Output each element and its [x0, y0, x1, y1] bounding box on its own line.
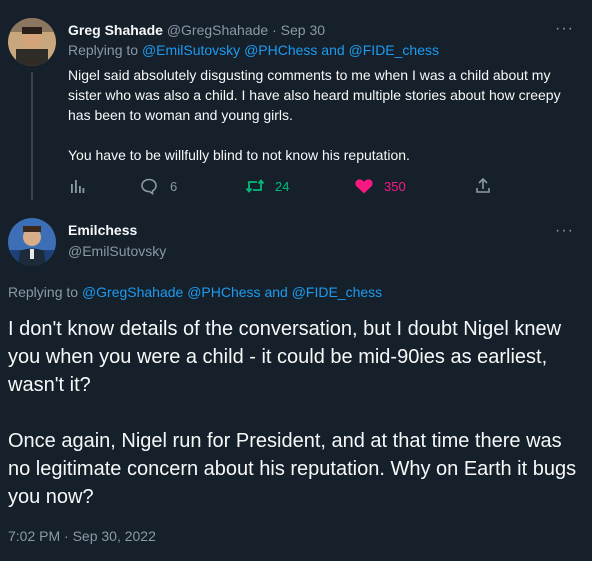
tweet1-body: Nigel said absolutely disgusting comment… [68, 65, 568, 165]
tweet1-header: Greg Shahade @GregShahade · Sep 30 [68, 22, 325, 38]
share-icon [476, 177, 490, 193]
tweet1-reply-button[interactable]: 6 [140, 176, 177, 196]
tweet2-author-handle[interactable]: @EmilSutovsky [68, 243, 166, 259]
reply-mention-gregshahade[interactable]: @GregShahade [82, 284, 183, 300]
tweet1-separator: · [272, 22, 277, 38]
reply-and: and [321, 42, 345, 58]
emil-avatar[interactable] [8, 218, 56, 266]
tweet1-analytics-button[interactable] [68, 176, 86, 196]
tweet1-retweet-button[interactable]: 24 [245, 176, 289, 196]
tweet2-author-name[interactable]: Emilchess [68, 222, 137, 238]
tweet1-retweet-count: 24 [275, 178, 290, 194]
tweet2-paragraph-2: Once again, Nigel run for President, and… [8, 430, 577, 508]
reply-mention-phchess[interactable]: @PHChess [244, 42, 317, 58]
tweet1-replying-to: Replying to @EmilSutovsky @PHChess and @… [68, 42, 439, 58]
analytics-icon [71, 180, 85, 193]
tweet1-paragraph-1: Nigel said absolutely disgusting comment… [68, 67, 561, 123]
thread-connector-line [31, 72, 33, 200]
reply-and: and [264, 284, 288, 300]
like-icon [355, 179, 373, 194]
tweet1-like-count: 350 [384, 178, 406, 194]
reply-mention-phchess[interactable]: @PHChess [187, 284, 260, 300]
tweet2-timestamp[interactable]: 7:02 PM · Sep 30, 2022 [8, 528, 156, 544]
reply-mention-fide[interactable]: @FIDE_chess [349, 42, 439, 58]
tweet2-more-icon[interactable]: ··· [555, 222, 574, 240]
tweet1-more-icon[interactable]: ··· [555, 20, 574, 38]
tweet1-date[interactable]: Sep 30 [281, 22, 325, 38]
tweet1-reply-count: 6 [170, 178, 178, 194]
reply-mention-fide[interactable]: @FIDE_chess [292, 284, 382, 300]
tweet1-paragraph-2: You have to be willfully blind to not kn… [68, 147, 410, 163]
retweet-icon [245, 179, 265, 193]
reply-icon [141, 178, 157, 195]
tweet2-body: I don't know details of the conversation… [8, 315, 588, 511]
tweet1-author-name[interactable]: Greg Shahade [68, 22, 163, 38]
tweet1-like-button[interactable]: 350 [354, 176, 406, 196]
replying-to-label: Replying to [8, 284, 79, 300]
tweet1-author-handle[interactable]: @GregShahade [167, 22, 268, 38]
replying-to-label: Replying to [68, 42, 139, 58]
tweet2-replying-to: Replying to @GregShahade @PHChess and @F… [8, 284, 382, 300]
reply-mention-emilsutovsky[interactable]: @EmilSutovsky [142, 42, 240, 58]
greg-avatar[interactable] [8, 18, 56, 66]
tweet2-paragraph-1: I don't know details of the conversation… [8, 318, 562, 396]
tweet1-share-button[interactable] [474, 176, 492, 196]
